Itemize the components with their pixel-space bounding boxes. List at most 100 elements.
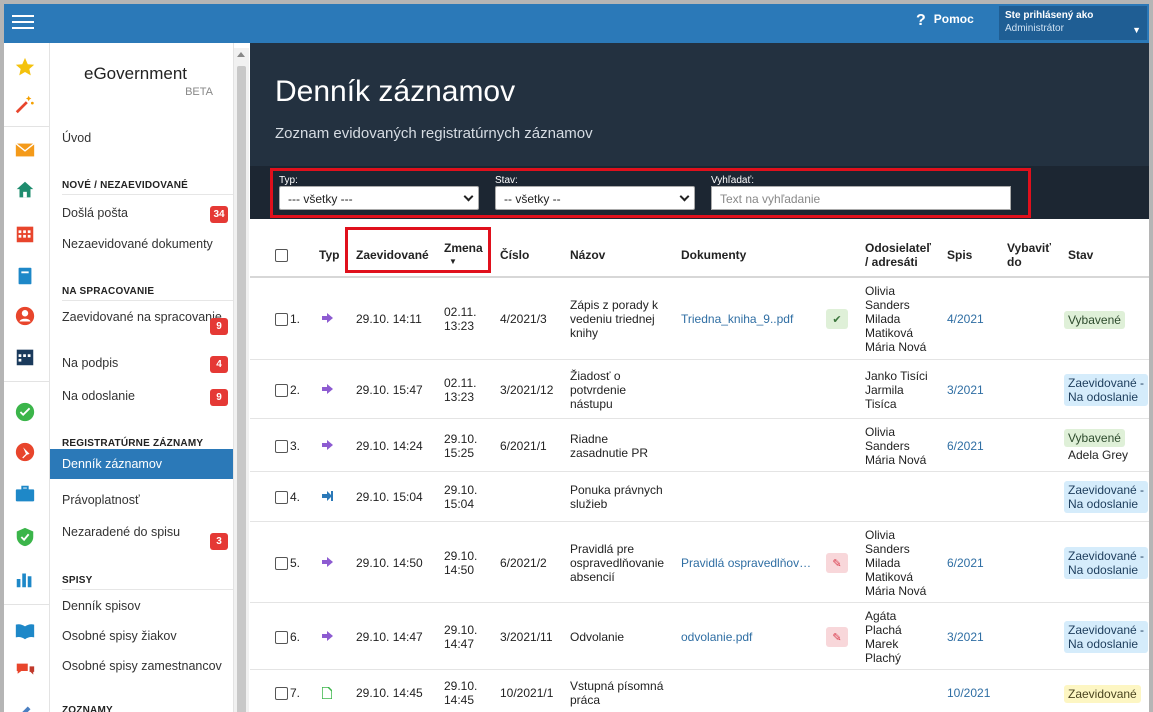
changed-date-day: 02.11. bbox=[444, 305, 477, 319]
outgoing-arrow-icon bbox=[322, 440, 333, 453]
record-name-line: práca bbox=[570, 693, 601, 707]
sender-line: Janko Tisíci bbox=[865, 369, 928, 383]
sidebar-item-nezaevidovan-dokumenty[interactable]: Nezaevidované dokumenty bbox=[62, 237, 234, 251]
status-line: Zaevidované - bbox=[1068, 623, 1145, 637]
pencil-icon[interactable]: ✎ bbox=[826, 553, 848, 573]
row-checkbox[interactable] bbox=[275, 687, 288, 700]
document-link[interactable]: Pravidlá ospravedlňov… bbox=[681, 556, 816, 570]
file-link[interactable]: 3/2021 bbox=[947, 383, 984, 397]
status-badge: Vybavené bbox=[1064, 311, 1125, 329]
sender-line: Sanders bbox=[865, 298, 910, 312]
table-row: 1. 29.10. 14:11 02.11. 13:23 4/2021/3 Zápis z… bbox=[250, 278, 1149, 360]
sidebar-item-pr-voplatnos-[interactable]: Právoplatnosť bbox=[62, 493, 234, 507]
calendar-grid-icon[interactable] bbox=[14, 223, 36, 245]
home-icon[interactable] bbox=[14, 179, 36, 201]
type-filter-select[interactable]: --- všetky --- bbox=[279, 186, 479, 210]
file-link[interactable]: 10/2021 bbox=[947, 686, 990, 700]
row-checkbox[interactable] bbox=[275, 491, 288, 504]
sender-line: Olivia bbox=[865, 284, 896, 298]
icon-bar-divider bbox=[4, 381, 50, 382]
sidebar-section-divider bbox=[62, 589, 233, 590]
file-link[interactable]: 4/2021 bbox=[947, 312, 984, 326]
row-checkbox[interactable] bbox=[275, 313, 288, 326]
scrollbar-thumb[interactable] bbox=[237, 66, 246, 712]
book-icon[interactable] bbox=[14, 620, 36, 642]
file-link[interactable]: 3/2021 bbox=[947, 630, 984, 644]
row-checkbox[interactable] bbox=[275, 557, 288, 570]
sidebar-scrollbar[interactable] bbox=[234, 48, 249, 712]
sidebar-section-title: NA SPRACOVANIE bbox=[62, 286, 155, 297]
row-checkbox[interactable] bbox=[275, 631, 288, 644]
sort-desc-icon[interactable]: ▼ bbox=[449, 255, 457, 269]
shield-icon[interactable] bbox=[14, 526, 36, 548]
bar-chart-icon[interactable] bbox=[14, 568, 36, 590]
status-line: Na odoslanie bbox=[1068, 563, 1139, 577]
envelope-icon[interactable] bbox=[14, 139, 36, 161]
sidebar-item-denn-k-spisov[interactable]: Denník spisov bbox=[62, 599, 234, 613]
sidebar-item-zaevidovan-na-spracovanie[interactable]: Zaevidované na spracovanie 9 bbox=[62, 310, 234, 335]
sidebar-item-osobn-spisy-zamestnancov[interactable]: Osobné spisy zamestnancov bbox=[62, 659, 234, 673]
col-documents[interactable]: Dokumenty bbox=[681, 248, 746, 262]
table-row: 5. 29.10. 14:50 29.10. 14:50 6/2021/2 Pravidl… bbox=[250, 522, 1149, 603]
col-file[interactable]: Spis bbox=[947, 248, 972, 262]
sidebar-item-intro[interactable]: Úvod bbox=[62, 131, 234, 145]
scroll-up-icon[interactable] bbox=[237, 52, 245, 57]
sidebar-item-na-podpis[interactable]: Na podpis 4 bbox=[62, 356, 234, 373]
col-registered[interactable]: Zaevidované bbox=[356, 248, 429, 262]
col-senders[interactable]: Odosielateľ / adresáti bbox=[865, 241, 931, 269]
record-name: Vstupná písomná práca bbox=[570, 679, 675, 707]
person-icon[interactable] bbox=[14, 305, 36, 327]
document-link[interactable]: Triedna_kniha_9..pdf bbox=[681, 312, 816, 326]
chevron-down-icon bbox=[679, 191, 690, 202]
changed-date: 29.10. 14:45 bbox=[444, 679, 477, 707]
count-badge: 9 bbox=[210, 389, 228, 406]
senders: Olivia Sanders Milada Matiková Mária Nová bbox=[865, 284, 926, 354]
changed-date-day: 29.10. bbox=[444, 679, 478, 693]
record-name-line: zasadnutie PR bbox=[570, 446, 649, 460]
sidebar-item-label: Zaevidované na spracovanie bbox=[62, 310, 222, 324]
user-menu[interactable]: Ste prihlásený ako Administrátor ▼ bbox=[999, 6, 1147, 40]
sidebar-item-na-odoslanie[interactable]: Na odoslanie 9 bbox=[62, 389, 234, 406]
search-input[interactable]: Text na vyhľadanie bbox=[711, 186, 1011, 210]
magic-wand-icon[interactable] bbox=[14, 93, 36, 115]
registered-date: 29.10. 15:47 bbox=[356, 383, 423, 397]
sidebar-section-title: NOVÉ / NEZAEVIDOVANÉ bbox=[62, 180, 189, 191]
changed-date-day: 29.10. bbox=[444, 549, 478, 563]
sidebar-item-do-l-po-ta[interactable]: Došlá pošta 34 bbox=[62, 206, 234, 223]
col-number[interactable]: Číslo bbox=[500, 248, 529, 262]
col-status[interactable]: Stav bbox=[1068, 248, 1093, 262]
file-link[interactable]: 6/2021 bbox=[947, 439, 984, 453]
sidebar-section-title: ZOZNAMY bbox=[62, 705, 113, 712]
notebook-icon[interactable] bbox=[14, 265, 36, 287]
pen-icon[interactable] bbox=[14, 701, 36, 712]
sidebar-item-label: Denník spisov bbox=[62, 599, 141, 613]
select-all-checkbox[interactable] bbox=[275, 249, 288, 262]
status-badge: Zaevidované - Na odoslanie bbox=[1064, 621, 1149, 653]
sidebar-item-denn-k-z-znamov[interactable]: Denník záznamov bbox=[50, 449, 233, 479]
hamburger-menu-icon[interactable] bbox=[12, 11, 34, 33]
calendar-icon[interactable] bbox=[14, 346, 36, 368]
check-badge-icon[interactable]: ✔ bbox=[826, 309, 848, 329]
row-checkbox[interactable] bbox=[275, 384, 288, 397]
sender-line: Jarmila bbox=[865, 383, 904, 397]
sidebar-item-nezaraden-do-spisu[interactable]: Nezaradené do spisu 3 bbox=[62, 525, 234, 550]
col-resolve-by[interactable]: Vybaviť do bbox=[1007, 241, 1051, 269]
help-button[interactable]: ? Pomoc bbox=[916, 12, 974, 30]
pencil-icon[interactable]: ✎ bbox=[826, 627, 848, 647]
star-icon[interactable] bbox=[14, 56, 36, 78]
col-changed[interactable]: Zmena bbox=[444, 241, 483, 255]
pushpin-icon[interactable] bbox=[14, 441, 36, 463]
icon-bar bbox=[4, 43, 50, 712]
briefcase-icon[interactable] bbox=[14, 483, 36, 505]
row-checkbox[interactable] bbox=[275, 440, 288, 453]
document-link[interactable]: odvolanie.pdf bbox=[681, 630, 816, 644]
file-link[interactable]: 6/2021 bbox=[947, 556, 984, 570]
check-circle-icon[interactable] bbox=[14, 401, 36, 423]
col-name[interactable]: Názov bbox=[570, 248, 605, 262]
sidebar-item-label: Právoplatnosť bbox=[62, 493, 140, 507]
status-badge: Zaevidované - Na odoslanie bbox=[1064, 374, 1149, 406]
sidebar-item-osobn-spisy-iakov[interactable]: Osobné spisy žiakov bbox=[62, 629, 234, 643]
col-type[interactable]: Typ bbox=[319, 248, 339, 262]
status-filter-select[interactable]: -- všetky -- bbox=[495, 186, 695, 210]
chat-icon[interactable] bbox=[14, 660, 36, 682]
